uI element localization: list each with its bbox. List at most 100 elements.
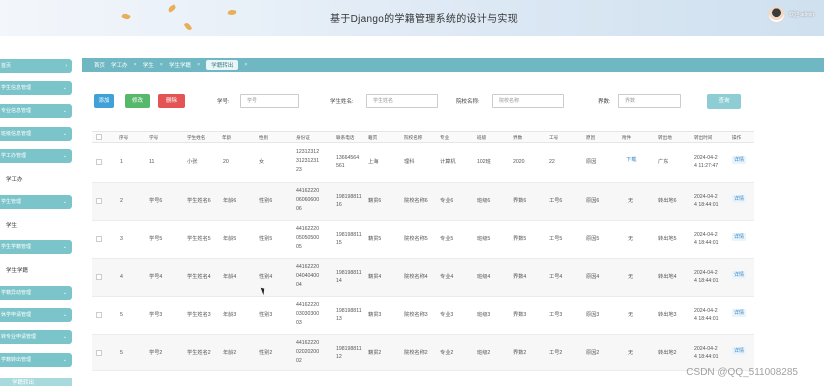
table-row[interactable]: 1 11 小张 20 女 12312312 31231231 23 136645… bbox=[92, 143, 754, 183]
col-op[interactable]: 操作 bbox=[732, 135, 741, 141]
cell-no: 5 bbox=[120, 312, 123, 318]
sidebar-sub-enrollment[interactable]: 学生学籍 bbox=[6, 266, 28, 274]
tab-transfer-out[interactable]: 学籍转出 bbox=[206, 60, 239, 70]
cell-no: 5 bbox=[120, 350, 123, 356]
detail-button[interactable]: 详情 bbox=[732, 347, 747, 355]
chevron-down-icon: ⌄ bbox=[62, 334, 67, 340]
table-row[interactable]: 5 学号2 学生姓名2 年龄2 性别2 44162220 02020200 02… bbox=[92, 335, 754, 371]
sidebar-sub-office[interactable]: 学工办 bbox=[6, 175, 23, 183]
table-row[interactable]: 4 学号4 学生姓名4 年龄4 性别4 44162220 04040400 04… bbox=[92, 259, 754, 297]
col-attach[interactable]: 附件 bbox=[622, 135, 631, 141]
cell-gender: 性别5 bbox=[259, 236, 273, 242]
col-class[interactable]: 班级 bbox=[477, 135, 486, 141]
cell-origin: 籍贯3 bbox=[368, 312, 382, 318]
edit-button[interactable]: 修改 bbox=[125, 94, 150, 108]
cell-class: 班级6 bbox=[477, 198, 491, 204]
breadcrumb: 首页 学工办 × 学生 × 学生学籍 × 学籍转出 × bbox=[82, 58, 824, 72]
cell-idcard-2: 31231231 bbox=[296, 158, 320, 164]
detail-button[interactable]: 详情 bbox=[732, 233, 747, 241]
cell-major: 专业2 bbox=[440, 350, 454, 356]
sidebar-item-office[interactable]: 学工办管理 ⌄ bbox=[0, 149, 72, 163]
sidebar-item-label: 学工办管理 bbox=[1, 153, 27, 159]
sidebar-item-enrollment[interactable]: 学生学籍管理 ⌄ bbox=[0, 240, 72, 254]
sidebar-item-transfer-out[interactable]: 学籍转出管理 ⌄ bbox=[0, 353, 72, 367]
col-origin[interactable]: 籍贯 bbox=[368, 135, 377, 141]
cell-no: 4 bbox=[120, 274, 123, 280]
row-checkbox[interactable] bbox=[96, 312, 102, 318]
table-row[interactable]: 5 学号3 学生姓名3 年龄3 性别3 44162220 03030300 03… bbox=[92, 297, 754, 335]
col-phone[interactable]: 联系电话 bbox=[336, 135, 354, 141]
table-row[interactable]: 3 学号5 学生姓名5 年龄5 性别5 44162220 05050500 05… bbox=[92, 221, 754, 259]
detail-button[interactable]: 详情 bbox=[732, 271, 747, 279]
col-no[interactable]: 序号 bbox=[119, 135, 128, 141]
sidebar-sub-student[interactable]: 学生 bbox=[6, 221, 17, 229]
sidebar-sub-transfer-out[interactable]: 学籍转出 bbox=[0, 378, 72, 386]
detail-button[interactable]: 详情 bbox=[732, 309, 747, 317]
student-name-input[interactable]: 学生姓名 bbox=[366, 94, 438, 108]
crumb-student[interactable]: 学生 bbox=[143, 61, 154, 69]
crumb-enrollment[interactable]: 学生学籍 bbox=[169, 61, 191, 69]
col-dest[interactable]: 转出地 bbox=[658, 135, 672, 141]
cell-attach: 无 bbox=[628, 350, 634, 356]
col-time[interactable]: 转出时间 bbox=[694, 135, 712, 141]
sidebar-item-student-info[interactable]: 学生信息管理 ⌄ bbox=[0, 81, 72, 95]
cell-attach: 无 bbox=[628, 274, 634, 280]
detail-button[interactable]: 详情 bbox=[732, 156, 747, 164]
sidebar-item-suspension[interactable]: 休学申请管理 ⌄ bbox=[0, 308, 72, 322]
col-gender[interactable]: 性别 bbox=[259, 135, 268, 141]
sidebar-item-change[interactable]: 学籍异动管理 ⌄ bbox=[0, 286, 72, 300]
avatar[interactable] bbox=[767, 6, 785, 23]
cell-phone-2: 561 bbox=[336, 163, 345, 169]
student-id-input[interactable]: 学号 bbox=[240, 94, 299, 108]
cell-time-2: 4 18:44:01 bbox=[694, 354, 719, 360]
row-checkbox[interactable] bbox=[96, 198, 102, 204]
sidebar-item-label: 班级信息管理 bbox=[1, 131, 32, 137]
col-sid[interactable]: 学号 bbox=[149, 135, 158, 141]
cell-idcard-1: 44162220 bbox=[296, 226, 320, 232]
school-name-input[interactable]: 院校名称 bbox=[492, 94, 564, 108]
col-year[interactable]: 界数 bbox=[513, 135, 522, 141]
cell-reason: 原因5 bbox=[586, 236, 600, 242]
row-checkbox[interactable] bbox=[96, 274, 102, 280]
cell-class: 班级4 bbox=[477, 274, 491, 280]
cell-idcard-3: 04 bbox=[296, 282, 302, 288]
row-checkbox[interactable] bbox=[96, 236, 102, 242]
year-input[interactable]: 界数 bbox=[618, 94, 681, 108]
col-age[interactable]: 年龄 bbox=[222, 135, 231, 141]
sidebar: 首页 › 学生信息管理 ⌄ 专业信息管理 ⌄ 班级信息管理 ⌄ 学工办管理 ⌄ 学工办 学… bbox=[0, 53, 78, 386]
col-reason[interactable]: 原因 bbox=[586, 135, 595, 141]
sidebar-item-student[interactable]: 学生管理 ⌄ bbox=[0, 195, 72, 209]
chevron-down-icon: ⌄ bbox=[62, 108, 67, 114]
table-row[interactable]: 2 学号6 学生姓名6 年龄6 性别6 44162220 06060600 06… bbox=[92, 183, 754, 221]
col-school[interactable]: 院校名称 bbox=[404, 135, 422, 141]
cell-attach: 无 bbox=[628, 236, 634, 242]
crumb-home[interactable]: 首页 bbox=[94, 61, 105, 69]
download-link[interactable]: 下载 bbox=[626, 156, 636, 165]
cell-phone-2: 13 bbox=[336, 316, 342, 322]
col-name[interactable]: 学生姓名 bbox=[187, 135, 205, 141]
search-button[interactable]: 查询 bbox=[707, 94, 741, 109]
cell-class: 102班 bbox=[477, 159, 491, 165]
add-button[interactable]: 添加 bbox=[94, 94, 114, 108]
sidebar-item-major-info[interactable]: 专业信息管理 ⌄ bbox=[0, 104, 72, 118]
row-checkbox[interactable] bbox=[96, 159, 102, 165]
col-major[interactable]: 专业 bbox=[440, 135, 449, 141]
close-icon[interactable]: × bbox=[197, 62, 200, 68]
select-all-checkbox[interactable] bbox=[96, 134, 102, 140]
detail-button[interactable]: 详情 bbox=[732, 195, 747, 203]
row-checkbox[interactable] bbox=[96, 350, 102, 356]
sidebar-item-transfer-major[interactable]: 转专业申请管理 ⌄ bbox=[0, 330, 72, 344]
toolbar: 添加 修改 删除 学号: 学号 学生姓名: 学生姓名 院校名称: 院校名称 界数… bbox=[82, 94, 824, 112]
user-menu[interactable]: 欢迎 admin bbox=[767, 6, 814, 23]
crumb-office[interactable]: 学工办 bbox=[111, 61, 128, 69]
close-icon[interactable]: × bbox=[134, 62, 137, 68]
cell-origin: 籍贯4 bbox=[368, 274, 382, 280]
sidebar-item-home[interactable]: 首页 › bbox=[0, 59, 72, 73]
close-icon[interactable]: × bbox=[160, 62, 163, 68]
cell-attach: 无 bbox=[628, 312, 634, 318]
sidebar-item-class-info[interactable]: 班级信息管理 ⌄ bbox=[0, 127, 72, 141]
delete-button[interactable]: 删除 bbox=[158, 94, 185, 108]
col-idcard[interactable]: 身份证 bbox=[296, 135, 310, 141]
close-icon[interactable]: × bbox=[244, 62, 247, 68]
col-staff[interactable]: 工号 bbox=[549, 135, 558, 141]
